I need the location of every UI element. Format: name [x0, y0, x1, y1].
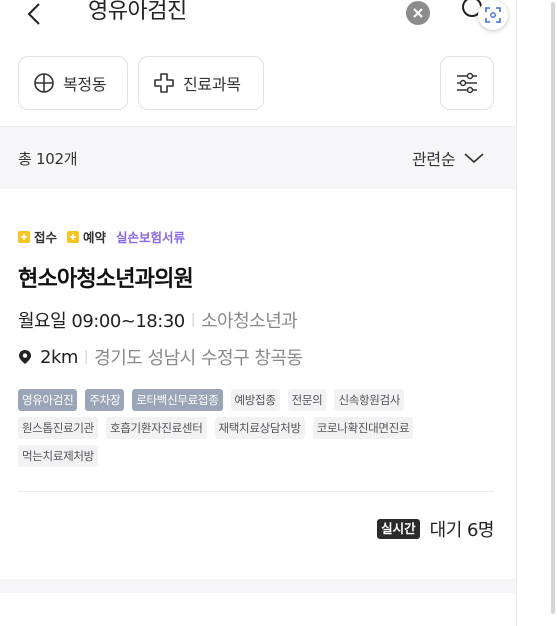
realtime-badge: 실시간 [377, 519, 420, 539]
scan-button[interactable] [478, 0, 508, 30]
sort-dropdown[interactable]: 관련순 [412, 146, 485, 170]
clinic-name[interactable]: 현소아청소년과의원 [18, 261, 194, 293]
department-filter-chip[interactable]: 진료과목 [138, 56, 264, 110]
feature-tag: 예방접종 [230, 389, 280, 411]
filter-row: 복정동 진료과목 [0, 56, 516, 112]
medical-cross-icon [154, 73, 174, 93]
wait-status: 실시간 대기 6명 [377, 516, 495, 542]
card-divider [18, 491, 494, 492]
chevron-down-icon [464, 153, 484, 164]
plus-box-icon [18, 230, 30, 243]
feature-tag: 코로나확진대면진료 [312, 417, 414, 439]
back-button[interactable] [22, 0, 46, 28]
feature-tag: 원스톱진료기관 [18, 417, 98, 439]
service-badges: 접수 예약 실손보험서류 [18, 227, 185, 246]
filter-settings-button[interactable] [440, 56, 494, 110]
clear-search-button[interactable] [406, 1, 430, 25]
location-filter-label: 복정동 [63, 75, 107, 94]
separator: | [190, 312, 196, 328]
result-count: 총 102개 [18, 150, 78, 168]
clinic-card[interactable]: 접수 예약 실손보험서류 현소아청소년과의원 월요일 09:00~18:30 |… [0, 189, 516, 579]
feature-tags: 영유아검진 주차장 로타백신무료접종 예방접종 전문의 신속항원검사원스톱진료기관 호흡기환… [18, 389, 488, 467]
wait-count: 대기 6명 [429, 520, 495, 541]
reservation-badge-label: 예약 [83, 230, 107, 245]
feature-tag: 신속항원검사 [334, 389, 405, 411]
feature-tag: 재택치료상담처방 [214, 417, 305, 439]
department-text: 소아청소년과 [200, 311, 298, 332]
location-filter-chip[interactable]: 복정동 [18, 56, 128, 110]
feature-tag: 주차장 [85, 389, 125, 411]
sliders-icon [457, 72, 477, 94]
distance-text: 2km [40, 346, 78, 368]
feature-tag: 먹는치료제처방 [18, 445, 98, 467]
chevron-left-icon [27, 3, 40, 25]
scan-icon [485, 7, 501, 23]
address-line: 2km | 경기도 성남시 수정구 창곡동 [18, 344, 303, 370]
feature-tag: 영유아검진 [18, 389, 78, 411]
opening-hours: 월요일 09:00~18:30 [18, 311, 185, 332]
reception-badge-label: 접수 [34, 230, 58, 245]
crosshair-icon [34, 73, 54, 93]
sort-label: 관련순 [412, 150, 456, 169]
address-text: 경기도 성남시 수정구 창곡동 [94, 348, 303, 369]
reservation-badge: 예약 [67, 227, 106, 246]
insurance-badge: 실손보험서류 [116, 230, 186, 245]
scrollbar-thumb[interactable] [551, 2, 555, 614]
search-header: 영유아검진 [0, 0, 516, 36]
hours-line: 월요일 09:00~18:30 | 소아청소년과 [18, 307, 298, 333]
close-icon [413, 8, 423, 18]
section-gap [0, 579, 516, 593]
reception-badge: 접수 [18, 227, 57, 246]
location-pin-icon [18, 349, 32, 365]
search-query-text[interactable]: 영유아검진 [88, 0, 187, 26]
feature-tag: 호흡기환자진료센터 [105, 417, 207, 439]
department-filter-label: 진료과목 [183, 75, 241, 94]
app-screen: 영유아검진 복정동 진료과목 총 102개 관련순 접수 예약 실손보험서류 현… [0, 0, 516, 626]
result-summary-bar: 총 102개 관련순 [0, 127, 516, 189]
plus-box-icon [67, 230, 80, 243]
separator: | [83, 349, 89, 365]
feature-tag: 전문의 [287, 389, 327, 411]
feature-tag: 로타백신무료접종 [132, 389, 223, 411]
